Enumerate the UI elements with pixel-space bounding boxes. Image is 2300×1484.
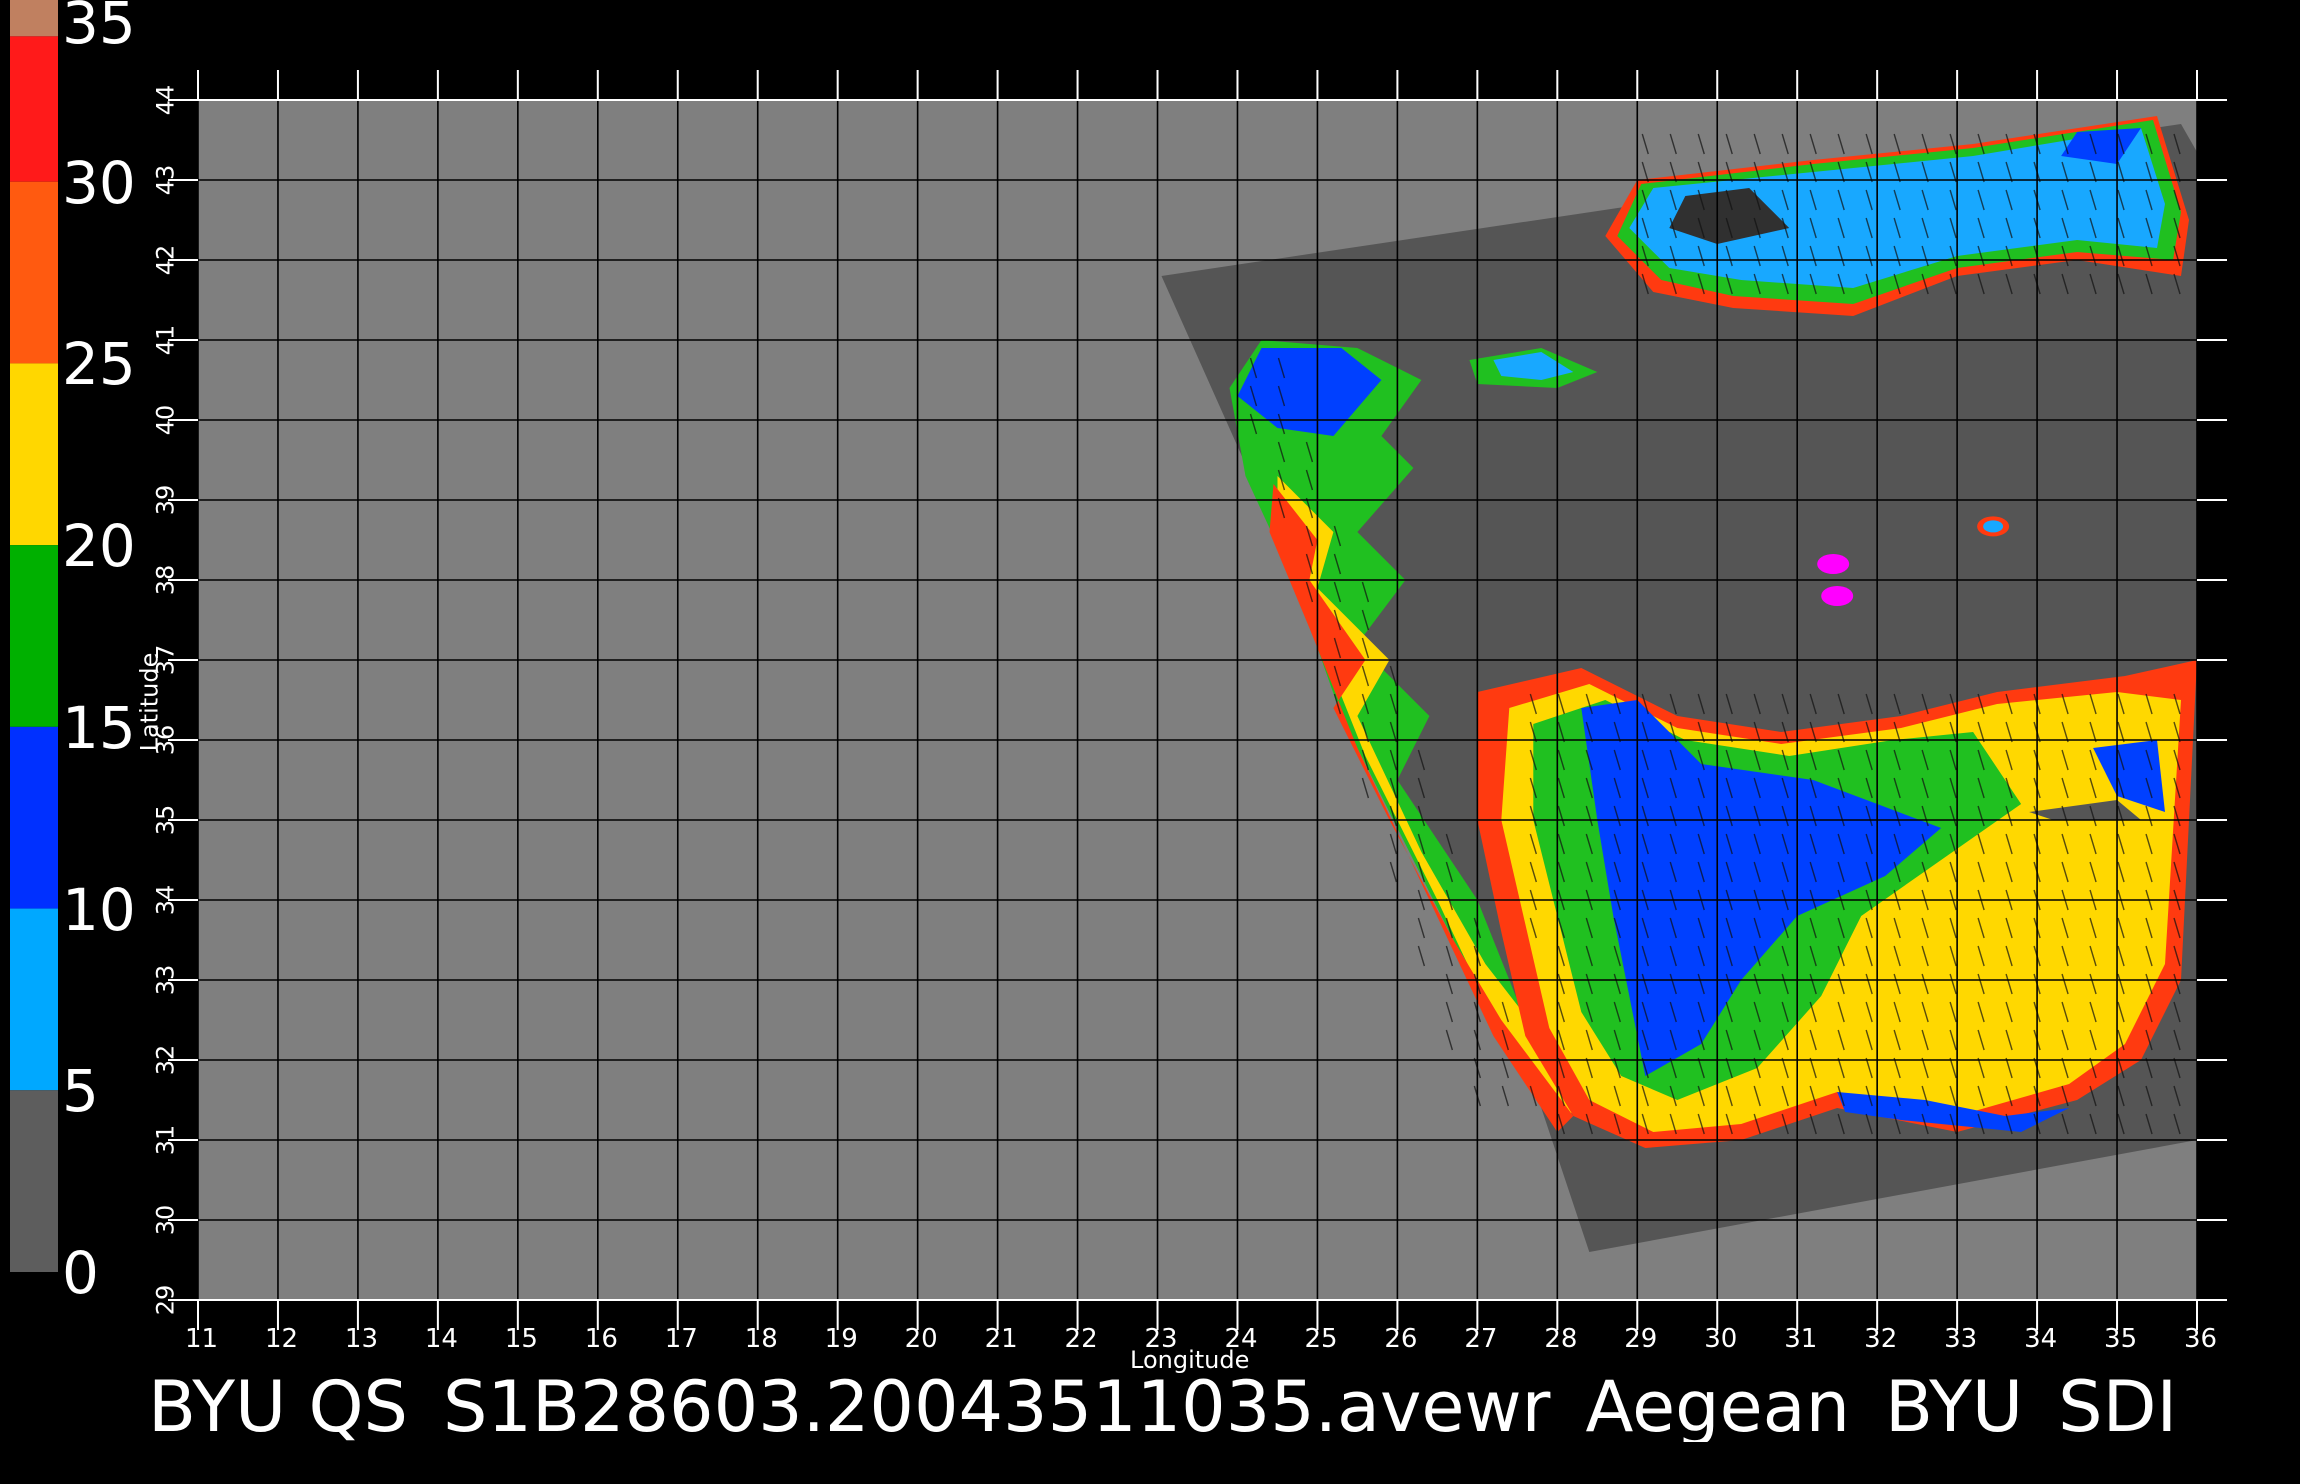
- lon-tick-label: 26: [1384, 1324, 1418, 1354]
- lon-tick-label: 30: [1704, 1324, 1738, 1354]
- colorbar-label: 10: [62, 875, 136, 944]
- lon-tick-label: 29: [1624, 1324, 1658, 1354]
- wind-map-canvas: [10, 0, 2227, 1330]
- islet-1-core: [1983, 520, 2004, 533]
- lon-tick-label: 18: [744, 1324, 778, 1354]
- lat-tick-label: 41: [151, 324, 180, 356]
- colorbar-label: 5: [62, 1057, 99, 1126]
- lat-tick-label: 40: [151, 404, 180, 436]
- lon-tick-label: 31: [1784, 1324, 1818, 1354]
- lon-tick-label: 27: [1464, 1324, 1498, 1354]
- lat-tick-label: 35: [151, 804, 180, 836]
- lat-tick-label: 44: [151, 84, 180, 116]
- lon-tick-label: 25: [1304, 1324, 1338, 1354]
- lat-tick-label: 38: [151, 564, 180, 596]
- colorbar-label: 15: [62, 693, 136, 762]
- lon-tick-label: 22: [1064, 1324, 1098, 1354]
- lat-tick-label: 42: [151, 244, 180, 276]
- lon-tick-label: 36: [2184, 1324, 2218, 1354]
- lon-tick-label: 34: [2024, 1324, 2058, 1354]
- colorbar-label: 30: [62, 148, 136, 217]
- lon-tick-label: 28: [1544, 1324, 1578, 1354]
- colorbar-segment: [10, 545, 58, 727]
- colorbar-segment: [10, 363, 58, 546]
- x-axis-title: Longitude: [1130, 1346, 1250, 1374]
- islet-2: [1817, 554, 1850, 574]
- lon-tick-label: 20: [904, 1324, 938, 1354]
- lon-tick-label: 16: [584, 1324, 618, 1354]
- lon-tick-label: 33: [1944, 1324, 1978, 1354]
- colorbar-segment: [10, 181, 58, 364]
- y-axis-title: Latitude: [135, 652, 164, 752]
- colorbar-segment: [10, 0, 58, 37]
- lon-tick-label: 14: [424, 1324, 458, 1354]
- lon-tick-label: 12: [264, 1324, 299, 1354]
- figure-caption: BYU QS_S1B28603.20043511035.avewr_Aegean…: [148, 1372, 2178, 1442]
- colorbar-segment: [10, 36, 58, 182]
- wind-map-figure: BYU QS_S1B28603.20043511035.avewr_Aegean…: [0, 0, 2300, 1480]
- lon-tick-label: 32: [1864, 1324, 1898, 1354]
- islet-3: [1821, 586, 1854, 606]
- lat-tick-label: 29: [151, 1284, 180, 1316]
- lon-tick-label: 17: [664, 1324, 698, 1354]
- colorbar-gray-shade: [10, 1090, 58, 1272]
- lon-tick-label: 19: [824, 1324, 858, 1354]
- lon-tick-label: 11: [185, 1324, 219, 1354]
- lat-tick-label: 31: [151, 1124, 180, 1156]
- lat-tick-label: 32: [151, 1044, 180, 1076]
- colorbar-segment: [10, 726, 58, 909]
- colorbar-label: 0: [62, 1239, 99, 1307]
- colorbar-label: 25: [62, 330, 136, 399]
- lat-tick-label: 43: [151, 164, 180, 196]
- lon-tick-label: 15: [504, 1324, 538, 1354]
- colorbar-segment: [10, 908, 58, 1091]
- colorbar-label: 35: [62, 0, 136, 57]
- lat-tick-label: 30: [151, 1204, 180, 1236]
- lon-tick-label: 21: [984, 1324, 1018, 1354]
- lon-tick-label: 35: [2104, 1324, 2138, 1354]
- colorbar-label: 20: [62, 512, 136, 581]
- lat-tick-label: 33: [151, 964, 180, 996]
- lat-tick-label: 34: [151, 884, 180, 916]
- lat-tick-label: 39: [151, 484, 180, 516]
- lon-tick-label: 13: [344, 1324, 378, 1354]
